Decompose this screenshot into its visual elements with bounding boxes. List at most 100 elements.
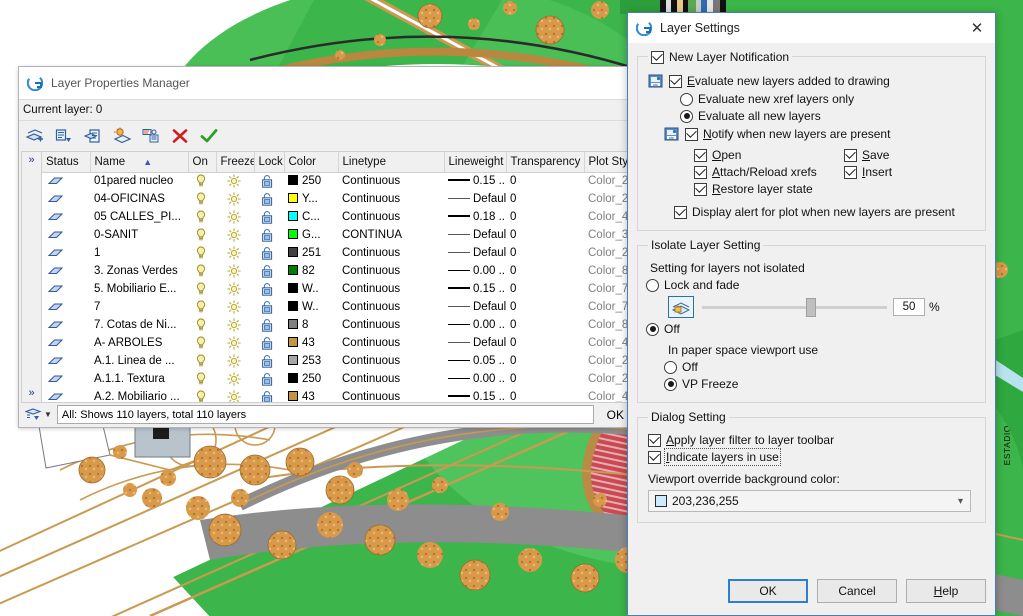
layer-list-grid[interactable]: Status Name ▲ On Freeze Lock Color Linety…: [41, 151, 636, 403]
insert-checkbox[interactable]: [844, 165, 857, 179]
new-layer-vp-frozen-icon[interactable]: [54, 126, 74, 146]
cell-on[interactable]: [188, 190, 216, 208]
cell-transparency[interactable]: 0: [506, 316, 584, 334]
cell-on[interactable]: [188, 280, 216, 298]
cell-color[interactable]: W..: [284, 280, 338, 298]
vp-freeze-row[interactable]: VP Freeze: [664, 377, 977, 391]
cell-color[interactable]: 43: [284, 334, 338, 352]
cell-on[interactable]: [188, 226, 216, 244]
cell-lock[interactable]: [254, 172, 284, 190]
cell-transparency[interactable]: 0: [506, 352, 584, 370]
evaluate-xref-only-radio[interactable]: [680, 92, 693, 106]
table-row[interactable]: 05 CALLES_PI... C... Continuous 0.18 ... 0 Co…: [42, 208, 635, 226]
cell-freeze[interactable]: [216, 334, 254, 352]
open-checkbox[interactable]: [694, 148, 707, 162]
save-checkbox[interactable]: [844, 148, 857, 162]
chevron-down-icon[interactable]: ▼: [44, 410, 52, 419]
table-row[interactable]: 7 W.. Continuous Default 0 Color_7: [42, 298, 635, 316]
cell-lineweight[interactable]: Default: [444, 298, 506, 316]
cell-status[interactable]: [42, 172, 90, 190]
ps-off-row[interactable]: Off: [664, 360, 977, 374]
cell-lock[interactable]: [254, 388, 284, 402]
ok-button[interactable]: OK: [728, 579, 808, 603]
cell-linetype[interactable]: Continuous: [338, 298, 444, 316]
evaluate-all-row[interactable]: Evaluate all new layers: [680, 109, 977, 123]
chevron-down-icon[interactable]: ▾: [958, 496, 968, 507]
lock-and-fade-row[interactable]: Lock and fade: [646, 278, 977, 292]
cell-on[interactable]: [188, 208, 216, 226]
cell-linetype[interactable]: Continuous: [338, 190, 444, 208]
cell-name[interactable]: 05 CALLES_PI...: [90, 208, 188, 226]
cell-freeze[interactable]: [216, 172, 254, 190]
cell-lineweight[interactable]: Default: [444, 334, 506, 352]
cell-status[interactable]: [42, 244, 90, 262]
indicate-layers-in-use-row[interactable]: Indicate layers in use: [648, 448, 977, 466]
new-layer-icon[interactable]: [25, 126, 45, 146]
indicate-layers-in-use-checkbox[interactable]: [648, 450, 661, 464]
cell-lock[interactable]: [254, 226, 284, 244]
set-current-icon[interactable]: [112, 126, 132, 146]
table-row[interactable]: 5. Mobiliario E... W.. Continuous 0.15 ... 0…: [42, 280, 635, 298]
delete-x-icon[interactable]: [170, 126, 190, 146]
cell-lock[interactable]: [254, 190, 284, 208]
layer-filter-icon[interactable]: ▼: [25, 407, 52, 422]
col-transparency[interactable]: Transparency: [506, 152, 585, 173]
cell-on[interactable]: [188, 334, 216, 352]
lpm-toolbar[interactable]: [19, 121, 638, 151]
cell-freeze[interactable]: [216, 208, 254, 226]
table-row[interactable]: A- ARBOLES 43 Continuous Default 0 Color_43: [42, 334, 635, 352]
cell-lock[interactable]: [254, 280, 284, 298]
attach-reload-xrefs-row[interactable]: Attach/Reload xrefs: [694, 165, 844, 179]
cell-status[interactable]: [42, 280, 90, 298]
cell-color[interactable]: 253: [284, 352, 338, 370]
cell-status[interactable]: [42, 388, 90, 402]
ps-off-radio[interactable]: [664, 360, 677, 374]
cell-status[interactable]: [42, 370, 90, 388]
help-button[interactable]: Help: [906, 579, 986, 603]
cell-lineweight[interactable]: 0.00 ...: [444, 316, 506, 334]
cell-linetype[interactable]: Continuous: [338, 244, 444, 262]
cell-name[interactable]: 7. Cotas de Ni...: [90, 316, 188, 334]
restore-layer-state-checkbox[interactable]: [694, 182, 707, 196]
cell-lineweight[interactable]: 0.15 ...: [444, 280, 506, 298]
cell-freeze[interactable]: [216, 280, 254, 298]
cell-on[interactable]: [188, 244, 216, 262]
table-row[interactable]: 3. Zonas Verdes 82 Continuous 0.00 ... 0 Colo…: [42, 262, 635, 280]
evaluate-new-layers-checkbox[interactable]: [669, 74, 682, 88]
cell-transparency[interactable]: 0: [506, 244, 584, 262]
cell-linetype[interactable]: CONTINUA: [338, 226, 444, 244]
layer-settings-title-bar[interactable]: Layer Settings ✕: [628, 13, 995, 43]
vp-freeze-radio[interactable]: [664, 377, 677, 391]
cell-status[interactable]: [42, 208, 90, 226]
cancel-button[interactable]: Cancel: [817, 579, 897, 603]
cell-linetype[interactable]: Continuous: [338, 172, 444, 190]
cell-transparency[interactable]: 0: [506, 226, 584, 244]
col-linetype[interactable]: Linetype: [338, 152, 445, 173]
layer-states-icon[interactable]: [141, 126, 161, 146]
evaluate-all-radio[interactable]: [680, 109, 693, 123]
isolate-off-row[interactable]: Off: [646, 322, 977, 336]
attach-reload-xrefs-checkbox[interactable]: [694, 165, 707, 179]
check-icon[interactable]: [199, 126, 219, 146]
cell-color[interactable]: 43: [284, 388, 338, 402]
cell-linetype[interactable]: Continuous: [338, 352, 444, 370]
lpm-title-bar[interactable]: Layer Properties Manager: [19, 67, 638, 99]
cell-transparency[interactable]: 0: [506, 298, 584, 316]
cell-lock[interactable]: [254, 316, 284, 334]
cell-transparency[interactable]: 0: [506, 388, 584, 402]
evaluate-xref-only-row[interactable]: Evaluate new xref layers only: [680, 92, 977, 106]
layer-filter-tree-panel[interactable]: » »: [21, 151, 41, 403]
display-alert-plot-row[interactable]: Display alert for plot when new layers a…: [674, 205, 977, 219]
cell-transparency[interactable]: 0: [506, 370, 584, 388]
cell-freeze[interactable]: [216, 190, 254, 208]
cell-linetype[interactable]: Continuous: [338, 262, 444, 280]
cell-color[interactable]: 250: [284, 370, 338, 388]
cell-color[interactable]: 8: [284, 316, 338, 334]
col-lock[interactable]: Lock: [254, 152, 285, 173]
double-chevron-right-icon-bottom[interactable]: »: [28, 388, 34, 399]
cell-status[interactable]: [42, 190, 90, 208]
cell-transparency[interactable]: 0: [506, 208, 584, 226]
cell-name[interactable]: 04-OFICINAS: [90, 190, 188, 208]
open-row[interactable]: Open: [694, 148, 844, 162]
cell-name[interactable]: 1: [90, 244, 188, 262]
